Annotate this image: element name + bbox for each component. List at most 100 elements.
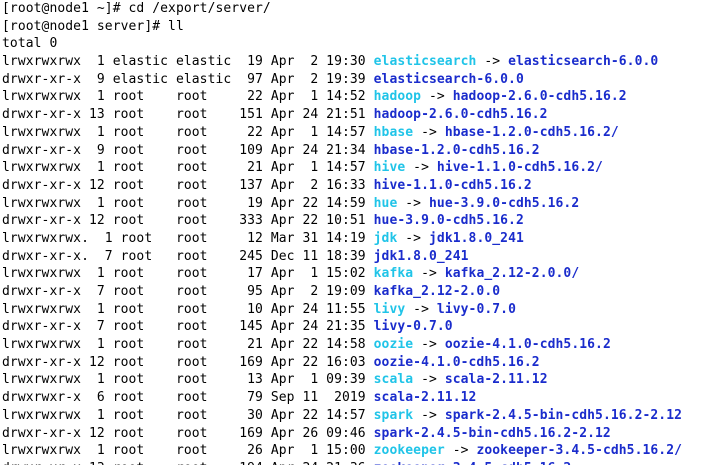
symlink-arrow: -> <box>397 230 429 246</box>
directory-name: oozie-4.1.0-cdh5.16.2 <box>373 354 540 370</box>
symlink-name: hive <box>373 160 406 176</box>
file-metadata: drwxrwxr-x 6 root root 79 Sep 11 2019 <box>2 390 374 406</box>
symlink-name: hadoop <box>373 89 422 105</box>
file-metadata: lrwxrwxrwx 1 root root 21 Apr 22 14:58 <box>2 337 374 353</box>
directory-name: scala-2.11.12 <box>373 390 477 406</box>
symlink-arrow: -> <box>413 337 445 353</box>
symlink-target: hue-3.9.0-cdh5.16.2 <box>429 195 580 211</box>
symlink-arrow: -> <box>413 124 445 140</box>
symlink-name: livy <box>373 301 406 317</box>
symlink-target: oozie-4.1.0-cdh5.16.2 <box>444 337 611 353</box>
symlink-arrow: -> <box>413 407 445 423</box>
prompt-text: [root@node1 ~]# cd /export/server/ <box>2 1 271 16</box>
file-metadata: lrwxrwxrwx 1 elastic elastic 19 Apr 2 19… <box>2 54 374 70</box>
symlink-target: hive-1.1.0-cdh5.16.2/ <box>436 160 603 176</box>
listing-row: drwxr-xr-x 9 elastic elastic 97 Apr 2 19… <box>2 71 718 89</box>
file-metadata: drwxr-xr-x 12 root root 137 Apr 2 16:33 <box>2 177 374 193</box>
listing-row: lrwxrwxrwx 1 root root 22 Apr 1 14:52 ha… <box>2 88 718 106</box>
file-metadata: drwxr-xr-x 13 root root 151 Apr 24 21:51 <box>2 107 374 123</box>
directory-name: hive-1.1.0-cdh5.16.2 <box>373 177 532 193</box>
symlink-arrow: -> <box>405 160 437 176</box>
symlink-arrow: -> <box>413 372 445 388</box>
listing-row: lrwxrwxrwx 1 root root 26 Apr 1 15:00 zo… <box>2 442 718 460</box>
file-metadata: lrwxrwxrwx 1 root root 10 Apr 24 11:55 <box>2 301 374 317</box>
directory-name: hbase-1.2.0-cdh5.16.2 <box>373 142 540 158</box>
symlink-target: zookeeper-3.4.5-cdh5.16.2/ <box>476 443 683 459</box>
prompt-line: [root@node1 ~]# cd /export/server/ <box>2 0 718 18</box>
listing-row: lrwxrwxrwx. 1 root root 12 Mar 31 14:19 … <box>2 230 718 248</box>
symlink-arrow: -> <box>444 443 477 459</box>
file-metadata: drwxr-xr-x 7 root root 145 Apr 24 21:35 <box>2 319 374 335</box>
file-metadata: drwxr-xr-x 12 root root 169 Apr 22 16:03 <box>2 354 374 370</box>
directory-name: jdk1.8.0_241 <box>373 248 469 264</box>
listing-row: lrwxrwxrwx 1 root root 21 Apr 1 14:57 hi… <box>2 159 718 177</box>
symlink-target: spark-2.4.5-bin-cdh5.16.2-2.12 <box>444 407 683 423</box>
file-metadata: drwxr-xr-x 12 root root 333 Apr 22 10:51 <box>2 213 374 229</box>
listing-row: drwxr-xr-x 12 root root 137 Apr 2 16:33 … <box>2 177 718 195</box>
symlink-target: hadoop-2.6.0-cdh5.16.2 <box>452 89 627 105</box>
symlink-arrow: -> <box>413 266 445 282</box>
file-metadata: drwxr-xr-x 7 root root 95 Apr 2 19:09 <box>2 284 374 299</box>
listing-row: lrwxrwxrwx 1 root root 19 Apr 22 14:59 h… <box>2 195 718 213</box>
symlink-target: jdk1.8.0_241 <box>429 230 524 246</box>
listing-row: drwxr-xr-x 12 root root 169 Apr 22 16:03… <box>2 354 718 372</box>
file-metadata: lrwxrwxrwx 1 root root 22 Apr 1 14:57 <box>2 124 374 140</box>
listing-row: lrwxrwxrwx 1 root root 30 Apr 22 14:57 s… <box>2 407 718 425</box>
file-metadata: lrwxrwxrwx 1 root root 19 Apr 22 14:59 <box>2 195 374 211</box>
symlink-name: kafka <box>373 266 414 282</box>
symlink-name: jdk <box>373 230 398 246</box>
output-line: total 0 <box>2 35 718 53</box>
file-metadata: lrwxrwxrwx 1 root root 30 Apr 22 14:57 <box>2 407 374 423</box>
output-text: total 0 <box>2 36 58 52</box>
file-metadata: lrwxrwxrwx 1 root root 26 Apr 1 15:00 <box>2 443 374 459</box>
directory-name: kafka_2.12-2.0.0 <box>373 284 501 299</box>
file-metadata: lrwxrwxrwx 1 root root 21 Apr 1 14:57 <box>2 160 374 176</box>
file-metadata: lrwxrwxrwx. 1 root root 12 Mar 31 14:19 <box>2 230 374 246</box>
terminal-window[interactable]: [root@node1 ~]# cd /export/server/ [root@… <box>0 0 718 465</box>
listing-row: lrwxrwxrwx 1 root root 17 Apr 1 15:02 ka… <box>2 265 718 283</box>
listing-row: lrwxrwxrwx 1 root root 13 Apr 1 09:39 sc… <box>2 371 718 389</box>
file-metadata: drwxr-xr-x 12 root root 169 Apr 26 09:46 <box>2 425 374 441</box>
symlink-target: scala-2.11.12 <box>444 372 548 388</box>
directory-name: hue-3.9.0-cdh5.16.2 <box>373 213 524 229</box>
symlink-target: kafka_2.12-2.0.0/ <box>444 266 580 282</box>
prompt-line: [root@node1 server]# ll <box>2 18 718 36</box>
symlink-target: elasticsearch-6.0.0 <box>508 54 659 70</box>
file-metadata: lrwxrwxrwx 1 root root 17 Apr 1 15:02 <box>2 266 374 282</box>
file-metadata: lrwxrwxrwx 1 root root 22 Apr 1 14:52 <box>2 89 374 105</box>
listing-row: drwxrwxr-x 6 root root 79 Sep 11 2019 sc… <box>2 389 718 407</box>
symlink-name: spark <box>373 407 414 423</box>
file-metadata: drwxr-xr-x. 7 root root 245 Dec 11 18:39 <box>2 248 374 264</box>
file-metadata: drwxr-xr-x 9 elastic elastic 97 Apr 2 19… <box>2 71 374 87</box>
file-metadata: lrwxrwxrwx 1 root root 13 Apr 1 09:39 <box>2 372 374 388</box>
directory-name: livy-0.7.0 <box>373 319 453 335</box>
symlink-name: scala <box>373 372 414 388</box>
symlink-name: oozie <box>373 337 414 353</box>
listing-row: drwxr-xr-x 13 root root 151 Apr 24 21:51… <box>2 106 718 124</box>
prompt-text: [root@node1 server]# ll <box>2 18 184 34</box>
directory-name: elasticsearch-6.0.0 <box>373 71 524 87</box>
listing-row: drwxr-xr-x 7 root root 145 Apr 24 21:35 … <box>2 318 718 336</box>
symlink-arrow: -> <box>421 89 453 105</box>
file-metadata: drwxr-xr-x 9 root root 109 Apr 24 21:34 <box>2 142 374 158</box>
listing-row: drwxr-xr-x 12 root root 333 Apr 22 10:51… <box>2 212 718 230</box>
listing-row: lrwxrwxrwx 1 elastic elastic 19 Apr 2 19… <box>2 53 718 71</box>
symlink-arrow: -> <box>405 301 437 317</box>
directory-name: spark-2.4.5-bin-cdh5.16.2-2.12 <box>373 425 611 441</box>
file-metadata: drwxr-xr-x 13 root root 194 Apr 24 21:36 <box>2 461 374 465</box>
symlink-arrow: -> <box>476 54 509 70</box>
listing-row: drwxr-xr-x. 7 root root 245 Dec 11 18:39… <box>2 248 718 266</box>
listing-row: lrwxrwxrwx 1 root root 10 Apr 24 11:55 l… <box>2 301 718 319</box>
listing-row: drwxr-xr-x 7 root root 95 Apr 2 19:09 ka… <box>2 283 718 301</box>
listing-row: drwxr-xr-x 9 root root 109 Apr 24 21:34 … <box>2 142 718 160</box>
symlink-name: zookeeper <box>373 443 445 459</box>
listing-row: lrwxrwxrwx 1 root root 21 Apr 22 14:58 o… <box>2 336 718 354</box>
symlink-name: elasticsearch <box>373 54 477 70</box>
directory-name: zookeeper-3.4.5-cdh5.16.2 <box>374 461 572 465</box>
directory-name: hadoop-2.6.0-cdh5.16.2 <box>373 107 548 123</box>
symlink-arrow: -> <box>397 195 429 211</box>
symlink-name: hue <box>373 195 398 211</box>
terminal-output: [root@node1 ~]# cd /export/server/ [root@… <box>2 0 718 465</box>
listing-row: drwxr-xr-x 13 root root 194 Apr 24 21:36… <box>2 460 718 465</box>
listing-row: lrwxrwxrwx 1 root root 22 Apr 1 14:57 hb… <box>2 124 718 142</box>
